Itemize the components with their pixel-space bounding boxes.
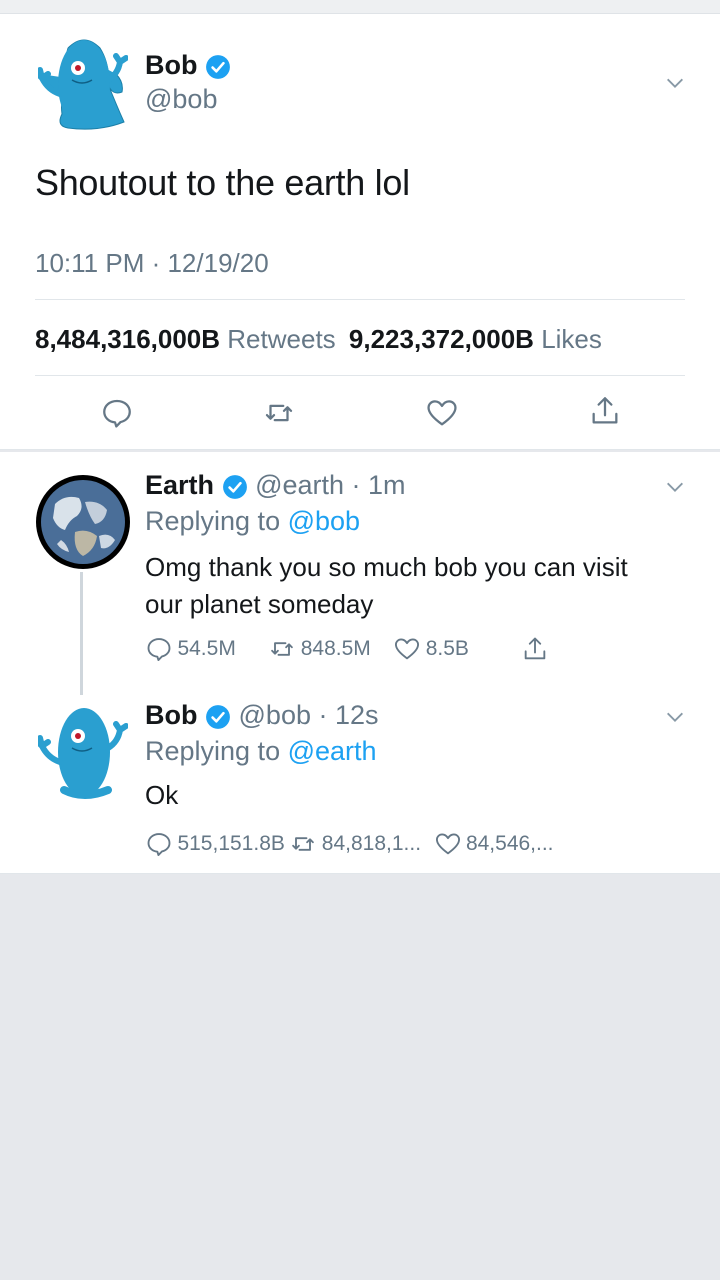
retweets-stat[interactable]: 8,484,316,000B Retweets xyxy=(35,324,336,354)
retweet-icon[interactable] xyxy=(262,396,296,430)
reply-action[interactable]: 515,151.8B xyxy=(145,832,289,857)
bob-avatar[interactable] xyxy=(35,702,129,802)
chevron-down-icon[interactable] xyxy=(664,476,686,498)
earth-globe-icon xyxy=(36,475,130,569)
reply-thread: Earth @earth · 1m Replying to @bob Omg t… xyxy=(0,452,720,874)
reply-icon xyxy=(147,638,171,662)
retweet-action[interactable]: 84,818,1... xyxy=(289,832,425,855)
top-strip xyxy=(0,0,720,14)
author-handle[interactable]: @bob xyxy=(145,84,217,115)
like-icon xyxy=(395,638,420,660)
verified-badge-icon xyxy=(206,704,230,729)
replying-to-link[interactable]: @earth xyxy=(288,736,377,766)
reply-header: Bob @bob · 12s xyxy=(145,700,379,731)
retweet-action[interactable]: 848.5M xyxy=(268,637,375,660)
reply-text: Omg thank you so much bob you can visit … xyxy=(145,552,628,619)
main-tweet: Bob @bob Shoutout to the earth lol 10:11… xyxy=(0,14,720,450)
blob-avatar-icon xyxy=(35,39,129,130)
author-name[interactable]: Bob xyxy=(145,50,231,81)
reply-text: Ok xyxy=(145,780,179,810)
reply-author-handle[interactable]: @earth xyxy=(255,470,344,500)
verified-badge-icon xyxy=(222,474,247,499)
tweet-stats: 8,484,316,000B Retweets 9,223,372,000B L… xyxy=(35,324,602,355)
tweet-timestamp[interactable]: 10:11 PM · 12/19/20 xyxy=(35,248,269,279)
chevron-down-icon[interactable] xyxy=(664,72,686,94)
bob-avatar[interactable] xyxy=(35,34,129,134)
share-icon xyxy=(525,637,546,660)
share-icon[interactable] xyxy=(588,394,622,428)
reply-author-handle[interactable]: @bob xyxy=(239,700,311,730)
retweet-icon xyxy=(271,642,294,656)
reply-author-name[interactable]: Earth xyxy=(145,470,214,500)
retweet-icon xyxy=(292,837,315,851)
replying-to: Replying to @earth xyxy=(145,736,377,766)
reply-time: · 12s xyxy=(318,700,379,730)
reply-header: Earth @earth · 1m xyxy=(145,470,406,501)
verified-badge-icon xyxy=(206,54,230,79)
divider xyxy=(35,375,685,376)
chevron-down-icon[interactable] xyxy=(664,706,686,728)
like-icon[interactable] xyxy=(425,396,459,430)
reply-icon[interactable] xyxy=(100,396,134,430)
blob-avatar-icon xyxy=(35,708,129,799)
earth-avatar[interactable] xyxy=(35,474,131,570)
replying-to: Replying to @bob xyxy=(145,506,361,536)
reply-actions: 515,151.8B 84,818,1... 84,546,... xyxy=(145,830,554,858)
reply-actions: 54.5M 848.5M 8.5B xyxy=(145,635,549,663)
divider xyxy=(35,299,685,300)
reply-time: · 1m xyxy=(351,470,406,500)
reply-icon xyxy=(147,833,171,857)
like-icon xyxy=(435,833,460,855)
like-action[interactable]: 8.5B xyxy=(393,637,473,660)
likes-stat[interactable]: 9,223,372,000B Likes xyxy=(349,324,602,354)
reply-action[interactable]: 54.5M xyxy=(145,637,240,662)
share-action[interactable] xyxy=(521,637,549,660)
like-action[interactable]: 84,546,... xyxy=(434,832,554,855)
replying-to-link[interactable]: @bob xyxy=(288,506,360,536)
thread-connector xyxy=(80,572,83,695)
reply-author-name[interactable]: Bob xyxy=(145,700,197,730)
tweet-text: Shoutout to the earth lol xyxy=(35,162,410,203)
